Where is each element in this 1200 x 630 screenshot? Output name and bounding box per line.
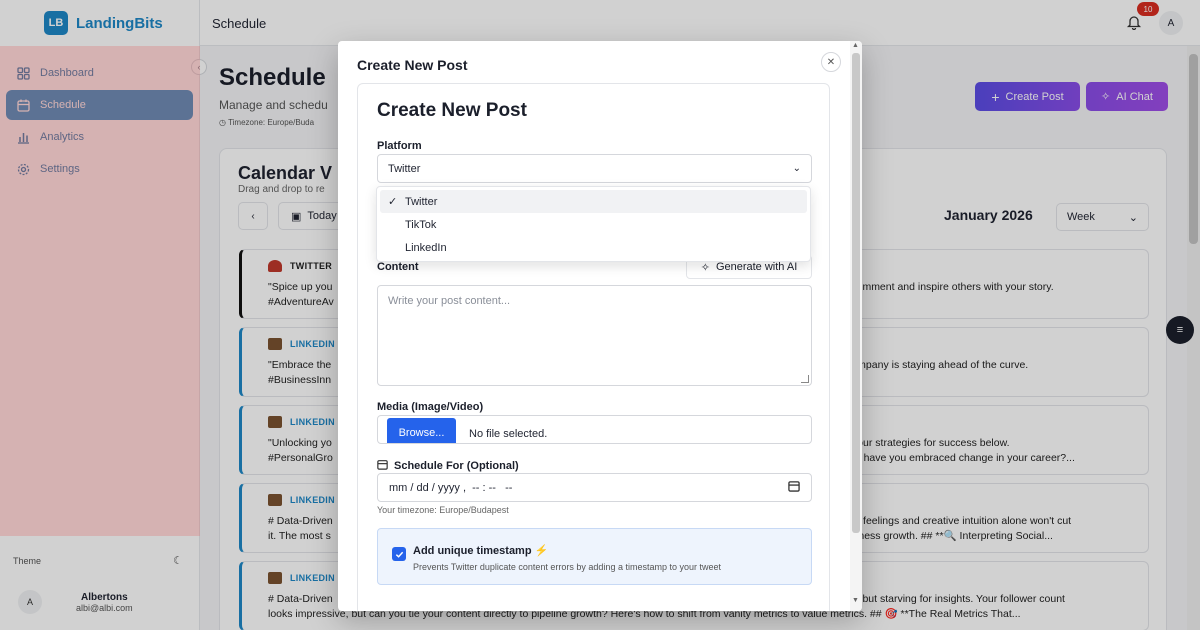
platform-option-tiktok[interactable]: TikTok [380,213,807,236]
calendar-picker-icon[interactable] [788,480,800,495]
generate-label: Generate with AI [715,261,798,273]
scroll-down-icon[interactable]: ▼ [852,597,859,604]
scrollbar-thumb[interactable] [852,53,860,533]
content-placeholder: Write your post content... [388,295,511,307]
media-label: Media (Image/Video) [377,401,484,413]
modal-title: Create New Post [357,57,468,73]
platform-select[interactable]: Twitter ⌄ [377,154,812,183]
option-label: Twitter [405,195,438,208]
sparkles-icon: ✧ [700,261,710,274]
sidebar-highlight [0,46,200,536]
form-title: Create New Post [377,100,527,121]
platform-option-twitter[interactable]: ✓ Twitter [380,190,807,213]
scroll-up-icon[interactable]: ▲ [852,42,859,49]
calendar-icon [377,459,388,473]
platform-dropdown: ✓ Twitter TikTok LinkedIn [376,186,811,262]
file-status: No file selected. [469,427,548,440]
media-file-input[interactable]: Browse... No file selected. [377,415,812,444]
schedule-label: Schedule For (Optional) [394,460,519,472]
schedule-label-row: Schedule For (Optional) [377,459,519,473]
content-textarea[interactable]: Write your post content... [377,285,812,386]
option-label: LinkedIn [405,241,447,254]
timestamp-title: Add unique timestamp ⚡ [413,545,549,557]
browse-button[interactable]: Browse... [387,417,456,443]
platform-value: Twitter [388,162,421,175]
unique-timestamp-option[interactable]: Add unique timestamp ⚡ Prevents Twitter … [377,528,812,585]
platform-label: Platform [377,140,422,152]
close-button[interactable]: ✕ [821,52,841,72]
modal-scrollbar[interactable]: ▲ ▼ [850,41,862,611]
timestamp-description: Prevents Twitter duplicate content error… [413,562,721,572]
resize-handle[interactable] [801,375,809,383]
platform-option-linkedin[interactable]: LinkedIn [380,236,807,259]
create-post-modal: Create New Post ✕ Create New Post Platfo… [338,41,862,611]
post-form: Create New Post Platform Twitter ⌄ Conte… [357,83,830,611]
option-label: TikTok [405,218,437,231]
date-placeholder: mm / dd / yyyy , -- : -- -- [389,481,513,494]
timestamp-checkbox[interactable] [392,547,406,561]
close-icon: ✕ [826,56,836,68]
content-label: Content [377,261,419,273]
timezone-hint: Your timezone: Europe/Budapest [377,505,509,515]
check-icon: ✓ [388,196,398,208]
chevron-down-icon: ⌄ [792,163,801,174]
schedule-datetime-input[interactable]: mm / dd / yyyy , -- : -- -- [377,473,812,502]
